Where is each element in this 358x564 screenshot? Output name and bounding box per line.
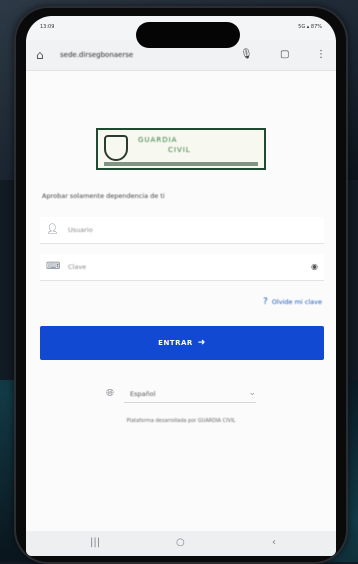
shield-icon — [104, 135, 128, 161]
question-icon: ? — [263, 297, 268, 307]
guardia-civil-logo: GUARDIA CIVIL — [96, 128, 266, 170]
username-placeholder: Usuario — [68, 226, 93, 234]
page-subtitle: Aprobar solamente dependencia de ti — [42, 192, 165, 200]
logo-line-1: GUARDIA — [138, 136, 178, 144]
phone-screen: 13:09 5G ▴ 87% ⌂ sede.dirsegbonaerse 🎙︎ … — [26, 16, 336, 556]
tabs-icon[interactable]: ▢ — [280, 49, 289, 61]
android-nav-bar: ||| ○ ‹ — [26, 531, 336, 556]
login-button[interactable]: ENTRAR ➜ — [40, 326, 324, 360]
forgot-password-link[interactable]: ? Olvide mi clave — [263, 297, 322, 307]
url-field[interactable]: sede.dirsegbonaerse — [60, 51, 210, 61]
home-button-icon[interactable]: ○ — [176, 537, 185, 549]
language-value: Español — [130, 390, 156, 398]
chevron-down-icon: ⌄ — [248, 388, 256, 398]
logo-line-2: CIVIL — [168, 146, 191, 154]
user-icon: 👤︎ — [46, 224, 59, 235]
globe-icon: 🌐︎ — [106, 388, 114, 399]
dynamic-island — [136, 22, 240, 48]
username-field[interactable]: 👤︎ Usuario — [40, 217, 324, 244]
keyboard-icon: ⌨ — [46, 261, 61, 272]
back-icon[interactable]: ‹ — [272, 537, 276, 549]
password-field[interactable]: ⌨ Clave ◉ — [40, 254, 324, 281]
footer-text: Plataforma desarrollada por GUARDIA CIVI… — [126, 418, 236, 424]
language-selector[interactable]: 🌐︎ Español ⌄ — [106, 388, 256, 403]
status-time: 13:09 — [40, 24, 55, 30]
login-button-label: ENTRAR — [158, 339, 193, 347]
sign-in-icon: ➜ — [197, 338, 206, 348]
logo-tagline — [104, 162, 258, 166]
eye-icon[interactable]: ◉ — [311, 262, 318, 271]
status-indicators: 5G ▴ 87% — [298, 24, 322, 30]
home-icon[interactable]: ⌂ — [36, 49, 44, 61]
password-placeholder: Clave — [68, 263, 87, 271]
recents-icon[interactable]: ||| — [90, 537, 100, 549]
mic-icon[interactable]: 🎙︎ — [240, 49, 253, 61]
forgot-password-label: Olvide mi clave — [271, 298, 322, 306]
language-underline — [124, 402, 256, 403]
menu-icon[interactable]: ⋮ — [316, 49, 326, 61]
